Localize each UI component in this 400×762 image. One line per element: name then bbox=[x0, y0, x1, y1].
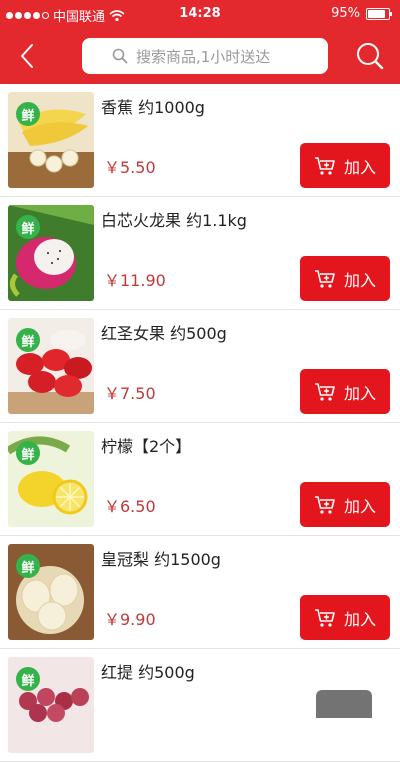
nav-bar: 搜索商品,1小时送达 bbox=[0, 28, 400, 84]
product-image-red-grape[interactable]: 鲜 bbox=[8, 657, 94, 753]
product-image-dragonfruit[interactable]: 鲜 bbox=[8, 205, 94, 301]
search-input[interactable]: 搜索商品,1小时送达 bbox=[82, 38, 328, 74]
add-to-cart-label: 加入 bbox=[343, 157, 376, 177]
list-item[interactable]: 鲜 皇冠梨 约1500g ￥9.90 加入 bbox=[0, 536, 400, 649]
fresh-badge: 鲜 bbox=[16, 441, 40, 465]
product-price: ￥9.90 bbox=[104, 610, 156, 629]
add-to-cart-button[interactable]: 加入 bbox=[300, 482, 390, 527]
cart-icon bbox=[314, 156, 336, 176]
add-to-cart-button[interactable]: 加入 bbox=[300, 256, 390, 301]
add-to-cart-label: 加入 bbox=[343, 609, 376, 629]
product-name[interactable]: 红圣女果 约500g bbox=[101, 320, 227, 344]
search-placeholder: 搜索商品,1小时送达 bbox=[136, 47, 271, 66]
product-name[interactable]: 柠檬【2个】 bbox=[101, 433, 191, 457]
cart-icon bbox=[314, 608, 336, 628]
product-price: ￥5.50 bbox=[104, 158, 156, 177]
battery-icon bbox=[366, 7, 392, 20]
search-icon bbox=[112, 48, 128, 64]
list-item[interactable]: 鲜 白芯火龙果 约1.1kg ￥11.90 加入 bbox=[0, 197, 400, 310]
status-bar: 中国联通 14:28 95% bbox=[0, 0, 400, 28]
fresh-badge: 鲜 bbox=[16, 102, 40, 126]
list-item[interactable]: 鲜 红圣女果 约500g ￥7.50 加入 bbox=[0, 310, 400, 423]
product-name[interactable]: 白芯火龙果 约1.1kg bbox=[101, 207, 247, 231]
add-to-cart-label: 加入 bbox=[343, 270, 376, 290]
battery-group: 95% bbox=[331, 6, 392, 21]
product-image-lemon[interactable]: 鲜 bbox=[8, 431, 94, 527]
product-price: ￥11.90 bbox=[104, 271, 166, 290]
fresh-badge: 鲜 bbox=[16, 554, 40, 578]
add-to-cart-button[interactable]: 加入 bbox=[300, 143, 390, 188]
fresh-badge: 鲜 bbox=[16, 328, 40, 352]
product-name[interactable]: 红提 约500g bbox=[101, 659, 195, 683]
product-name[interactable]: 香蕉 约1000g bbox=[101, 94, 205, 118]
search-button[interactable] bbox=[350, 36, 390, 76]
add-to-cart-button[interactable]: 加入 bbox=[300, 369, 390, 414]
add-to-cart-label: 加入 bbox=[343, 496, 376, 516]
battery-percent: 95% bbox=[331, 6, 360, 21]
product-price: ￥7.50 bbox=[104, 384, 156, 403]
product-image-cherry-tomato[interactable]: 鲜 bbox=[8, 318, 94, 414]
list-item[interactable]: 鲜 柠檬【2个】 ￥6.50 加入 bbox=[0, 423, 400, 536]
search-icon bbox=[357, 43, 384, 70]
add-to-cart-button[interactable]: 加入 bbox=[300, 595, 390, 640]
product-image-banana[interactable]: 鲜 bbox=[8, 92, 94, 188]
product-price: ￥6.50 bbox=[104, 497, 156, 516]
list-item[interactable]: 鲜 香蕉 约1000g ￥5.50 加入 bbox=[0, 84, 400, 197]
add-to-cart-label: 加入 bbox=[343, 383, 376, 403]
product-name[interactable]: 皇冠梨 约1500g bbox=[101, 546, 221, 570]
product-list: 鲜 香蕉 约1000g ￥5.50 加入 鲜 白芯火龙果 约1.1kg ￥11.… bbox=[0, 84, 400, 762]
chevron-left-icon bbox=[21, 44, 33, 68]
fresh-badge: 鲜 bbox=[16, 667, 40, 691]
floating-cart-button[interactable] bbox=[316, 690, 372, 718]
cart-icon bbox=[314, 495, 336, 515]
cart-icon bbox=[314, 269, 336, 289]
product-image-pear[interactable]: 鲜 bbox=[8, 544, 94, 640]
cart-icon bbox=[314, 382, 336, 402]
fresh-badge: 鲜 bbox=[16, 215, 40, 239]
back-button[interactable] bbox=[10, 38, 44, 74]
